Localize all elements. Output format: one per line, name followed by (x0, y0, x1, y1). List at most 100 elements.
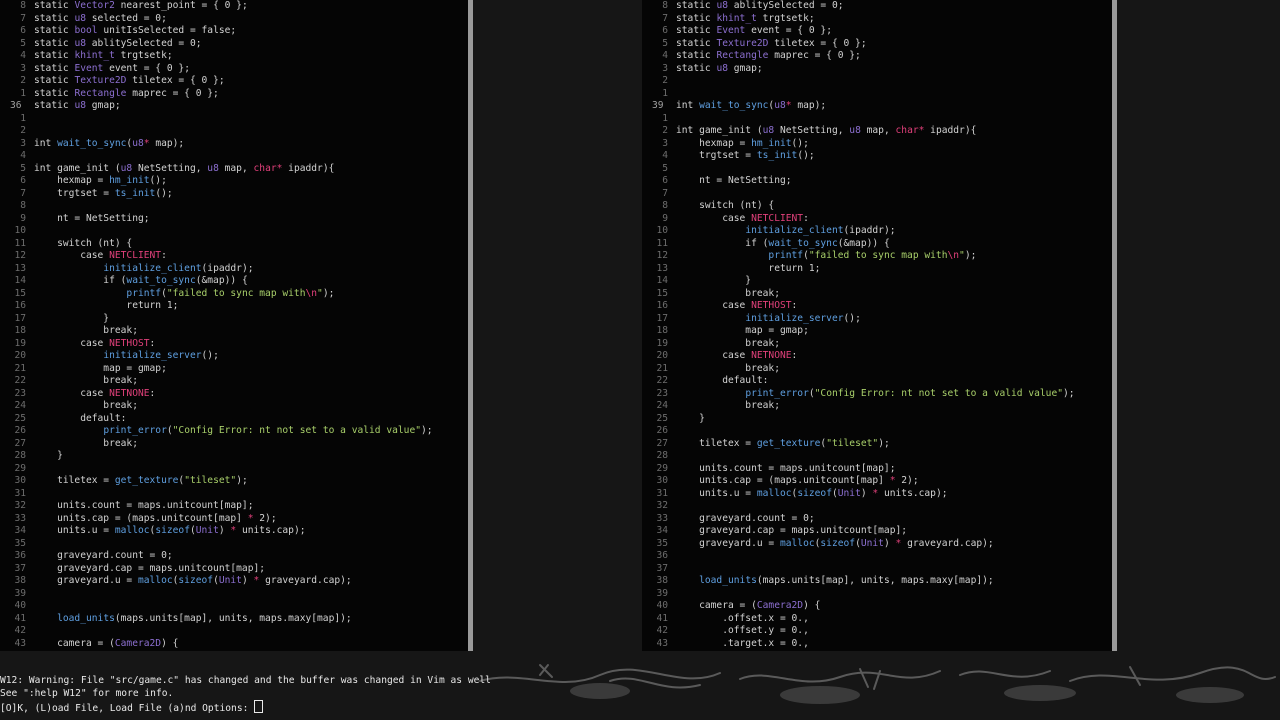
code-line[interactable]: 42 .offset.y = 0., (642, 625, 808, 638)
code-line[interactable]: 32 units.count = maps.unitcount[map]; (0, 500, 253, 513)
code-line[interactable]: 38 load_units(maps.units[map], units, ma… (642, 575, 993, 588)
code-line[interactable]: 9 case NETCLIENT: (642, 213, 809, 226)
code-line[interactable]: 3 int wait_to_sync(u8* map); (0, 138, 184, 151)
editor-pane-right[interactable]: 8 static u8 ablitySelected = 0; 7 static kh… (642, 0, 1112, 651)
code-line[interactable]: 5 static Texture2D tiletex = { 0 }; (642, 38, 866, 51)
code-line[interactable]: 3 static u8 gmap; (642, 63, 762, 76)
code-line[interactable]: 39 (642, 588, 676, 601)
code-line[interactable]: 5 static u8 ablitySelected = 0; (0, 38, 201, 51)
code-line[interactable]: 36 graveyard.count = 0; (0, 550, 172, 563)
code-line[interactable]: 9 nt = NetSetting; (0, 213, 149, 226)
code-line[interactable]: 2 static Texture2D tiletex = { 0 }; (0, 75, 224, 88)
code-line[interactable]: 1 (642, 113, 676, 126)
code-line[interactable]: 26 print_error("Config Error: nt not set… (0, 425, 432, 438)
code-line[interactable]: 5 int game_init (u8 NetSetting, u8 map, c… (0, 163, 334, 176)
code-line[interactable]: 12 printf("failed to sync map with\n"); (642, 250, 976, 263)
code-line[interactable]: 1 static Rectangle maprec = { 0 }; (0, 88, 219, 101)
code-line[interactable]: 35 (0, 538, 34, 551)
code-line[interactable]: 43 .target.x = 0., (642, 638, 808, 651)
code-line[interactable]: 6 static Event event = { 0 }; (642, 25, 832, 38)
code-line[interactable]: 3 hexmap = hm_init(); (642, 138, 809, 151)
right-pane-scrollbar[interactable] (1112, 0, 1117, 651)
code-line[interactable]: 10 initialize_client(ipaddr); (642, 225, 895, 238)
code-line[interactable]: 18 break; (0, 325, 138, 338)
code-line[interactable]: 37 graveyard.cap = maps.unitcount[map]; (0, 563, 265, 576)
code-line[interactable]: 43 camera = (Camera2D) { (0, 638, 178, 651)
code-line[interactable]: 24 break; (0, 400, 138, 413)
text-cursor[interactable] (254, 700, 264, 713)
code-line[interactable]: 28 } (0, 450, 62, 463)
code-line[interactable]: 18 map = gmap; (642, 325, 808, 338)
code-line[interactable]: 33 units.cap = (maps.unitcount[map] * 2)… (0, 513, 276, 526)
code-line[interactable]: 4 static Rectangle maprec = { 0 }; (642, 50, 861, 63)
code-line[interactable]: 7 (642, 188, 676, 201)
code-line[interactable]: 21 map = gmap; (0, 363, 166, 376)
code-line[interactable]: 22 break; (0, 375, 138, 388)
code-line[interactable]: 6 nt = NetSetting; (642, 175, 791, 188)
code-line[interactable]: 1 (642, 88, 676, 101)
code-line[interactable]: 36 (642, 550, 676, 563)
code-line[interactable]: 16 return 1; (0, 300, 178, 313)
code-line[interactable]: 8 (0, 200, 34, 213)
code-line[interactable]: 31 (0, 488, 34, 501)
code-line[interactable]: 42 (0, 625, 34, 638)
code-line[interactable]: 27 tiletex = get_texture("tileset"); (642, 438, 889, 451)
code-line[interactable]: 39 int wait_to_sync(u8* map); (642, 100, 826, 113)
code-line[interactable]: 15 break; (642, 288, 780, 301)
code-line[interactable]: 16 case NETHOST: (642, 300, 797, 313)
code-line[interactable]: 27 break; (0, 438, 138, 451)
left-pane-scrollbar[interactable] (468, 0, 473, 651)
code-line[interactable]: 24 break; (642, 400, 780, 413)
code-line[interactable]: 1 (0, 113, 34, 126)
reload-prompt[interactable]: [O]K, (L)oad File, Load File (a)nd Optio… (0, 700, 264, 714)
code-line[interactable]: 25 } (642, 413, 704, 426)
code-line[interactable]: 11 if (wait_to_sync(&map)) { (642, 238, 889, 251)
code-line[interactable]: 29 (0, 463, 34, 476)
code-line[interactable]: 3 static Event event = { 0 }; (0, 63, 190, 76)
code-line[interactable]: 30 tiletex = get_texture("tileset"); (0, 475, 247, 488)
code-line[interactable]: 41 load_units(maps.units[map], units, ma… (0, 613, 351, 626)
code-line[interactable]: 41 .offset.x = 0., (642, 613, 808, 626)
code-line[interactable]: 4 (0, 150, 34, 163)
code-line[interactable]: 39 (0, 588, 34, 601)
code-line[interactable]: 8 static u8 ablitySelected = 0; (642, 0, 843, 13)
code-line[interactable]: 2 (642, 75, 676, 88)
code-line[interactable]: 25 default: (0, 413, 126, 426)
code-line[interactable]: 34 units.u = malloc(sizeof(Unit) * units… (0, 525, 305, 538)
code-line[interactable]: 7 static khint_t trgtsetk; (642, 13, 814, 26)
code-line[interactable]: 34 graveyard.cap = maps.unitcount[map]; (642, 525, 907, 538)
code-line[interactable]: 20 case NETNONE: (642, 350, 797, 363)
code-line[interactable]: 40 camera = (Camera2D) { (642, 600, 820, 613)
code-line[interactable]: 4 trgtset = ts_init(); (642, 150, 814, 163)
code-line[interactable]: 8 static Vector2 nearest_point = { 0 }; (0, 0, 248, 13)
code-line[interactable]: 12 case NETCLIENT: (0, 250, 166, 263)
code-line[interactable]: 19 case NETHOST: (0, 338, 155, 351)
code-line[interactable]: 6 static bool unitIsSelected = false; (0, 25, 236, 38)
code-line[interactable]: 5 (642, 163, 676, 176)
code-line[interactable]: 35 graveyard.u = malloc(sizeof(Unit) * g… (642, 538, 993, 551)
code-line[interactable]: 13 initialize_client(ipaddr); (0, 263, 253, 276)
editor-pane-left[interactable]: 8 static Vector2 nearest_point = { 0 }; 7 s… (0, 0, 468, 651)
code-line[interactable]: 30 units.cap = (maps.unitcount[map] * 2)… (642, 475, 918, 488)
code-line[interactable]: 40 (0, 600, 34, 613)
code-line[interactable]: 37 (642, 563, 676, 576)
code-line[interactable]: 11 switch (nt) { (0, 238, 132, 251)
code-line[interactable]: 33 graveyard.count = 0; (642, 513, 814, 526)
code-line[interactable]: 19 break; (642, 338, 780, 351)
code-line[interactable]: 22 default: (642, 375, 768, 388)
code-line[interactable]: 29 units.count = maps.unitcount[map]; (642, 463, 895, 476)
code-line[interactable]: 2 (0, 125, 34, 138)
code-line[interactable]: 2 int game_init (u8 NetSetting, u8 map, c… (642, 125, 976, 138)
code-line[interactable]: 28 (642, 450, 676, 463)
code-line[interactable]: 20 initialize_server(); (0, 350, 218, 363)
code-line[interactable]: 23 print_error("Config Error: nt not set… (642, 388, 1074, 401)
code-line[interactable]: 17 } (0, 313, 109, 326)
code-line[interactable]: 31 units.u = malloc(sizeof(Unit) * units… (642, 488, 947, 501)
code-line[interactable]: 14 } (642, 275, 751, 288)
code-line[interactable]: 26 (642, 425, 676, 438)
code-line[interactable]: 14 if (wait_to_sync(&map)) { (0, 275, 247, 288)
code-line[interactable]: 23 case NETNONE: (0, 388, 155, 401)
code-line[interactable]: 13 return 1; (642, 263, 820, 276)
code-line[interactable]: 17 initialize_server(); (642, 313, 860, 326)
code-line[interactable]: 36 static u8 gmap; (0, 100, 121, 113)
